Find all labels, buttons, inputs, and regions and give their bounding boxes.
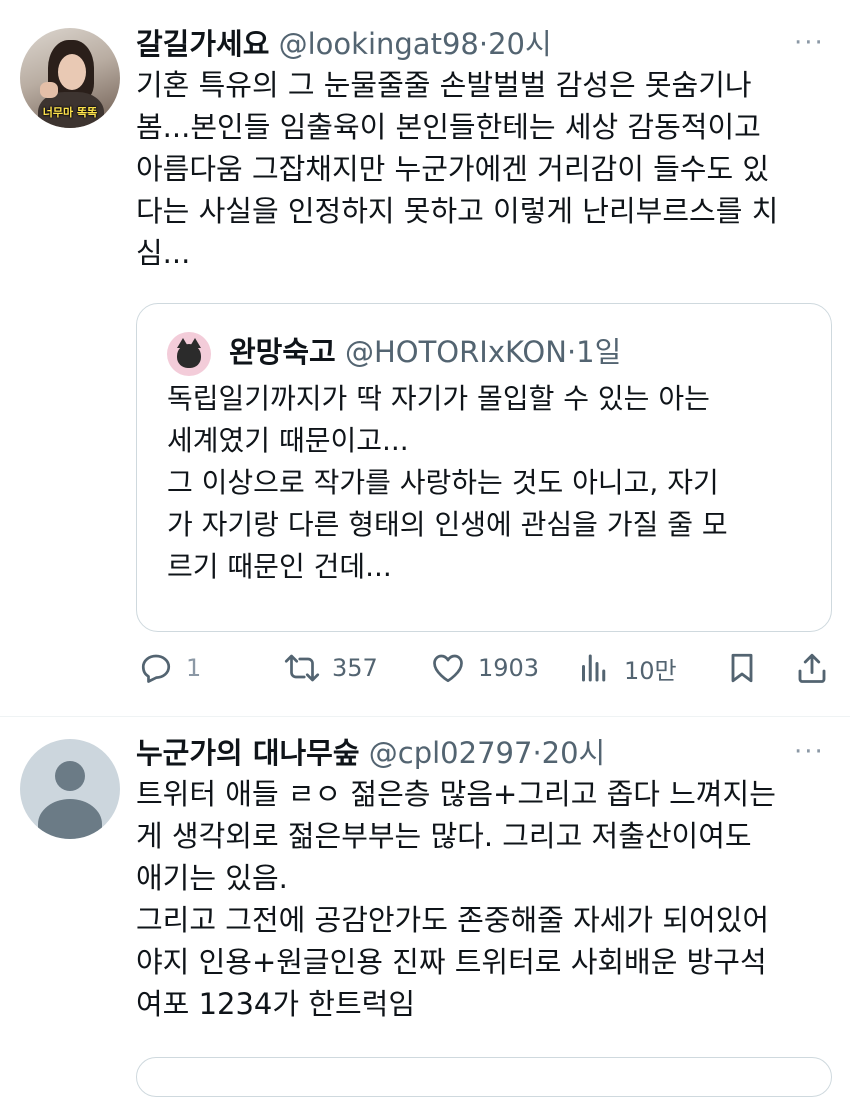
tweet-2[interactable]: 누군가의 대나무숲 @cpl02797·20시 ··· 트위터 애들 ㄹㅇ 젊은… (0, 717, 850, 1097)
views-icon (576, 650, 612, 686)
retweet-count: 357 (332, 654, 378, 682)
timestamp[interactable]: 20시 (542, 736, 606, 770)
like-count: 1903 (478, 654, 540, 682)
tweet-text: 기혼 특유의 그 눈물줄줄 손발벌벌 감성은 못숨기나 봄...본인들 임출육이… (136, 68, 779, 270)
bookmark-button[interactable] (724, 650, 760, 686)
bookmark-icon (724, 650, 760, 686)
cat-icon (177, 344, 201, 368)
retweet-button[interactable]: 357 (284, 650, 378, 686)
heart-icon (430, 650, 466, 686)
quote-text: 독립일기까지가 딱 자기가 몰입할 수 있는 아는 세계였기 때문이고... 그… (167, 382, 728, 583)
tweet-text: 트위터 애들 ㄹㅇ 젊은층 많음+그리고 좁다 느껴지는 게 생각외로 젊은부부… (136, 777, 776, 1021)
tweet-header: 누군가의 대나무숲 @cpl02797·20시 (136, 735, 605, 771)
quote-display-name: 완망숙고 (229, 335, 336, 369)
tweet-1[interactable]: 너무마 똑똑 갈길가세요 @lookingat98·20시 ··· 기혼 특유의… (0, 0, 850, 716)
tweet-header: 갈길가세요 @lookingat98·20시 (136, 26, 552, 62)
more-options-icon[interactable]: ··· (794, 737, 825, 767)
more-options-icon[interactable]: ··· (794, 28, 825, 58)
timestamp[interactable]: 20시 (488, 27, 552, 61)
retweet-icon (284, 650, 320, 686)
user-handle[interactable]: @cpl02797 (369, 736, 533, 770)
display-name[interactable]: 갈길가세요 (136, 27, 269, 61)
reply-icon (138, 650, 174, 686)
reply-count: 1 (186, 654, 202, 682)
separator-dot: · (478, 27, 489, 61)
quote-header: 완망숙고 @HOTORIxKON·1일 (229, 334, 621, 370)
default-avatar-shoulders (38, 799, 102, 839)
views-button[interactable]: 10만 (576, 650, 677, 686)
share-icon (794, 650, 830, 686)
quote-tweet-partial[interactable] (136, 1057, 832, 1097)
avatar[interactable]: 너무마 똑똑 (20, 28, 120, 128)
avatar[interactable] (20, 739, 120, 839)
quote-tweet[interactable]: 완망숙고 @HOTORIxKON·1일 독립일기까지가 딱 자기가 몰입할 수 … (136, 303, 832, 632)
avatar-face (58, 54, 86, 90)
separator-dot: · (566, 335, 577, 369)
quote-timestamp: 1일 (576, 335, 622, 369)
separator-dot: · (532, 736, 542, 770)
avatar-hand (40, 82, 58, 98)
default-avatar-head (55, 761, 85, 791)
share-button[interactable] (794, 650, 830, 686)
user-handle[interactable]: @lookingat98 (279, 27, 479, 61)
quote-user-handle: @HOTORIxKON (344, 335, 567, 369)
views-count: 10만 (624, 656, 677, 685)
quote-avatar (167, 332, 211, 376)
tweet-actions: 1 357 1903 10만 (0, 648, 850, 692)
avatar-caption: 너무마 똑똑 (42, 106, 98, 119)
reply-button[interactable]: 1 (138, 650, 201, 686)
display-name[interactable]: 누군가의 대나무숲 (136, 736, 360, 770)
like-button[interactable]: 1903 (430, 650, 539, 686)
